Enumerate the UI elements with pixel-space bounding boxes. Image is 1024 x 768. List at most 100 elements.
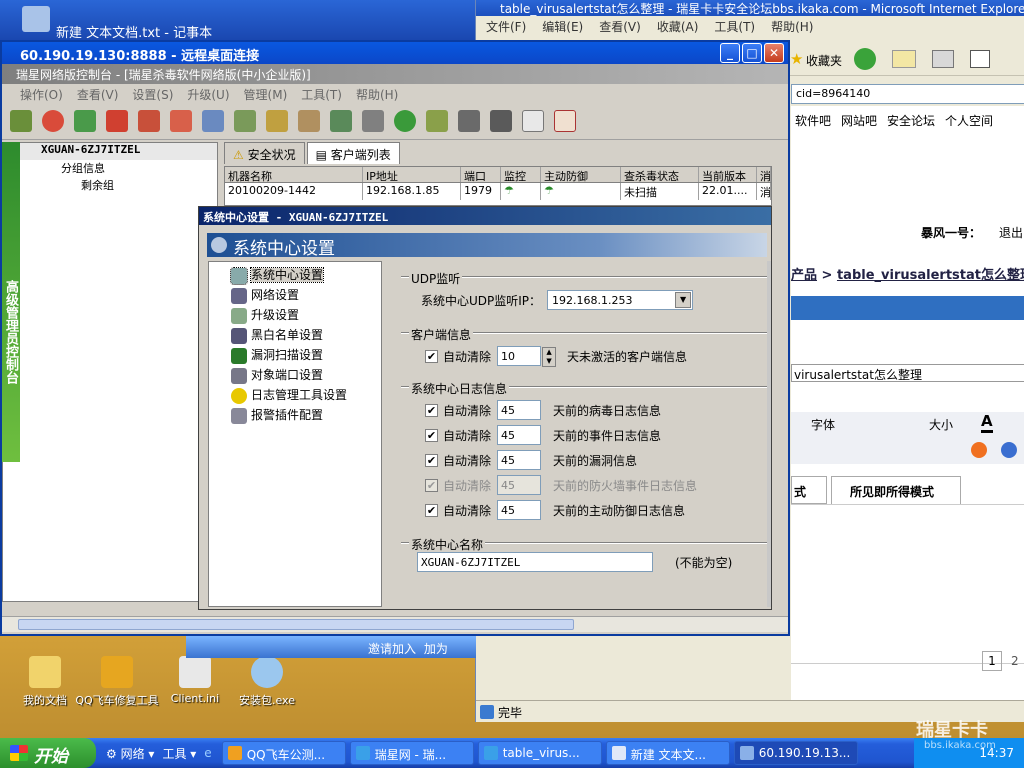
address-bar[interactable]: cid=8964140 (791, 84, 1024, 104)
start-button[interactable]: 开始 (0, 738, 96, 768)
col-port[interactable]: 端口 (461, 167, 501, 182)
ie-menu-favorites[interactable]: 收藏(A) (657, 18, 699, 34)
event-log-checkbox[interactable]: ✔ (425, 428, 438, 442)
col-scan-status[interactable]: 查杀毒状态 (621, 167, 699, 182)
network-icon[interactable] (234, 110, 256, 132)
close-button[interactable]: ✕ (764, 43, 784, 63)
menu-view[interactable]: 查看(V) (77, 86, 119, 102)
tab-security-status[interactable]: ⚠ 安全状况 (224, 142, 305, 164)
defense-log-checkbox[interactable]: ✔ (425, 503, 438, 517)
info-icon[interactable] (971, 442, 987, 458)
page-1[interactable]: 1 (982, 651, 1002, 671)
minimize-button[interactable]: _ (720, 43, 740, 63)
col-ip[interactable]: IP地址 (363, 167, 461, 182)
vuln-log-checkbox[interactable]: ✔ (425, 453, 438, 467)
quick-network[interactable]: ⚙ 网络 ▾ (106, 745, 154, 762)
tree-group[interactable]: 分组信息 (3, 160, 217, 177)
nav-link-website[interactable]: 网站吧 (841, 112, 877, 129)
desktop-icon-installer[interactable]: 安装包.exe (222, 656, 312, 708)
tab-client-list[interactable]: ▤ 客户端列表 (306, 142, 400, 164)
col-version[interactable]: 当前版本 (699, 167, 757, 182)
ie-menu-view[interactable]: 查看(V) (599, 18, 641, 34)
invite-button[interactable]: 邀请加入 (368, 642, 416, 656)
col-active-defense[interactable]: 主动防御 (541, 167, 621, 182)
task-notepad[interactable]: 新建 文本文... (605, 741, 730, 765)
dialog-vscroll[interactable] (767, 261, 771, 607)
nav-system-center[interactable]: 系统中心设置 (209, 266, 381, 286)
package-icon[interactable] (426, 110, 448, 132)
tree-subgroup[interactable]: 剩余组 (3, 177, 217, 194)
ie-menu-file[interactable]: 文件(F) (486, 18, 526, 34)
help-icon[interactable] (1001, 442, 1017, 458)
maximize-button[interactable]: □ (742, 43, 762, 63)
virus-log-days-input[interactable]: 45 (497, 400, 542, 420)
stop-icon[interactable] (42, 110, 64, 132)
puzzle-icon[interactable] (458, 110, 480, 132)
nav-upgrade[interactable]: 升级设置 (209, 306, 381, 326)
mode-tab-source[interactable]: 式 (791, 476, 827, 504)
col-monitor[interactable]: 监控 (501, 167, 541, 182)
refresh-icon[interactable] (854, 48, 876, 70)
page-2[interactable]: 2 (1011, 654, 1019, 668)
nav-vuln-scan[interactable]: 漏洞扫描设置 (209, 346, 381, 366)
editor-area[interactable] (791, 504, 1024, 664)
add-button[interactable]: 加为 (424, 642, 448, 656)
tree-root[interactable]: XGUAN-6ZJ7ITZEL (3, 143, 217, 160)
gear-icon[interactable] (266, 110, 288, 132)
spinner-icon[interactable]: ▲ ▼ (542, 347, 557, 367)
defense-log-days-input[interactable]: 45 (497, 500, 542, 520)
edit-word-icon[interactable] (970, 50, 990, 68)
mail-icon[interactable] (892, 50, 916, 68)
print-icon[interactable] (932, 50, 954, 68)
menu-manage[interactable]: 管理(M) (244, 86, 288, 102)
nav-object-port[interactable]: 对象端口设置 (209, 366, 381, 386)
upgrade-icon[interactable] (74, 110, 96, 132)
report-icon[interactable] (330, 110, 352, 132)
scan-icon[interactable] (10, 110, 32, 132)
menu-upgrade[interactable]: 升级(U) (187, 86, 229, 102)
client-days-input[interactable]: 10 ▲ ▼ (497, 346, 557, 367)
breadcrumb-product[interactable]: 产品 (791, 268, 817, 283)
nav-log-tool[interactable]: 日志管理工具设置 (209, 386, 381, 406)
exit-icon[interactable] (554, 110, 576, 132)
shield-stop-icon[interactable] (170, 110, 192, 132)
udp-ip-select[interactable]: 192.168.1.253 ▼ (547, 290, 694, 310)
logout-link[interactable]: 退出 (999, 224, 1023, 241)
tree-icon[interactable] (362, 110, 384, 132)
event-log-days-input[interactable]: 45 (497, 425, 542, 445)
client-autoclear-checkbox[interactable]: ✔ (425, 349, 438, 363)
ie-menu-tools[interactable]: 工具(T) (714, 18, 755, 34)
refresh-icon[interactable] (394, 110, 416, 132)
font-color-icon[interactable]: A (981, 412, 993, 433)
col-machine[interactable]: 机器名称 (225, 167, 363, 182)
desktop-icon-qq-repair[interactable]: QQ飞车修复工具 (72, 656, 162, 708)
col-extra[interactable]: 消 (757, 167, 771, 182)
ie-menu-help[interactable]: 帮助(H) (771, 18, 813, 34)
virus-log-checkbox[interactable]: ✔ (425, 403, 438, 417)
fire-icon[interactable] (106, 110, 128, 132)
favorites-star-icon[interactable]: ★ (790, 50, 803, 68)
center-name-input[interactable]: XGUAN-6ZJ7ITZEL (417, 552, 653, 572)
subject-input[interactable]: virusalertstat怎么整理 (791, 364, 1024, 382)
menu-help[interactable]: 帮助(H) (356, 86, 398, 102)
scroll-thumb[interactable] (18, 619, 574, 630)
breadcrumb-topic[interactable]: table_virusalertstat怎么整理 (837, 268, 1024, 283)
nav-link-security-forum[interactable]: 安全论坛 (887, 112, 935, 129)
chevron-down-icon[interactable]: ▼ (675, 292, 692, 308)
font-select[interactable]: 字体 (811, 416, 835, 433)
ie-menu-edit[interactable]: 编辑(E) (542, 18, 583, 34)
nav-link-software[interactable]: 软件吧 (795, 112, 831, 129)
background-notepad-window[interactable]: 新建 文本文档.txt - 记事本 (0, 0, 475, 41)
table-row[interactable]: 20100209-1442 192.168.1.85 1979 ☂ ☂ 未扫描 … (225, 183, 771, 200)
shield-start-icon[interactable] (138, 110, 160, 132)
puzzle-alt-icon[interactable] (490, 110, 512, 132)
ie-quick-icon[interactable]: e (204, 746, 211, 760)
monitor-icon[interactable] (202, 110, 224, 132)
menu-tools[interactable]: 工具(T) (301, 86, 342, 102)
settings-icon[interactable] (298, 110, 320, 132)
mode-tab-wysiwyg[interactable]: 所见即所得模式 (831, 476, 961, 504)
nav-network[interactable]: 网络设置 (209, 286, 381, 306)
horizontal-scrollbar[interactable] (2, 616, 788, 632)
nav-link-personal-space[interactable]: 个人空间 (945, 112, 993, 129)
vuln-log-days-input[interactable]: 45 (497, 450, 542, 470)
